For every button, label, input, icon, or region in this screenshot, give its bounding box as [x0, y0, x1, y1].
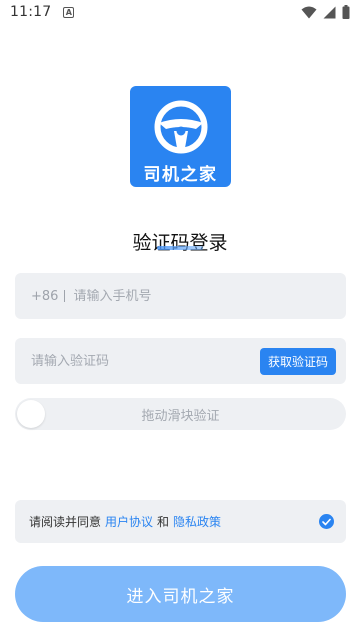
verification-code-input[interactable]	[31, 353, 260, 369]
signal-icon	[323, 6, 336, 18]
slider-label: 拖动滑块验证	[141, 408, 220, 424]
terms-link[interactable]: 用户协议	[105, 513, 153, 530]
agreement-and: 和	[157, 515, 170, 529]
status-time: 11:17	[10, 4, 52, 20]
verification-code-field[interactable]: 获取验证码	[15, 338, 346, 384]
page-title: 验证码登录	[132, 232, 228, 254]
agreement-row: 请阅读并同意 用户协议 和 隐私政策	[15, 500, 346, 543]
get-code-button[interactable]: 获取验证码	[260, 347, 336, 375]
steering-wheel-icon	[154, 100, 207, 154]
logo-text: 司机之家	[143, 165, 218, 185]
phone-field[interactable]: +86	[15, 273, 346, 319]
status-right	[301, 5, 350, 19]
phone-input[interactable]	[73, 288, 346, 304]
a-box-icon: A	[63, 6, 75, 18]
title-underline	[157, 246, 203, 250]
check-icon	[322, 518, 331, 525]
battery-icon	[342, 5, 350, 19]
status-left: 11:17 A	[10, 4, 75, 20]
agreement-prefix: 请阅读并同意	[29, 515, 102, 529]
wifi-icon	[301, 6, 317, 18]
country-code[interactable]: +86	[31, 289, 58, 304]
slider-verification[interactable]: 拖动滑块验证	[15, 398, 346, 430]
enter-button[interactable]: 进入司机之家	[15, 566, 346, 622]
agree-checkbox[interactable]	[319, 514, 334, 529]
slider-handle[interactable]	[17, 400, 45, 428]
privacy-link[interactable]: 隐私政策	[173, 513, 221, 530]
status-bar: 11:17 A	[0, 0, 360, 24]
country-code-divider	[64, 290, 66, 302]
app-logo: 司机之家	[130, 86, 231, 187]
